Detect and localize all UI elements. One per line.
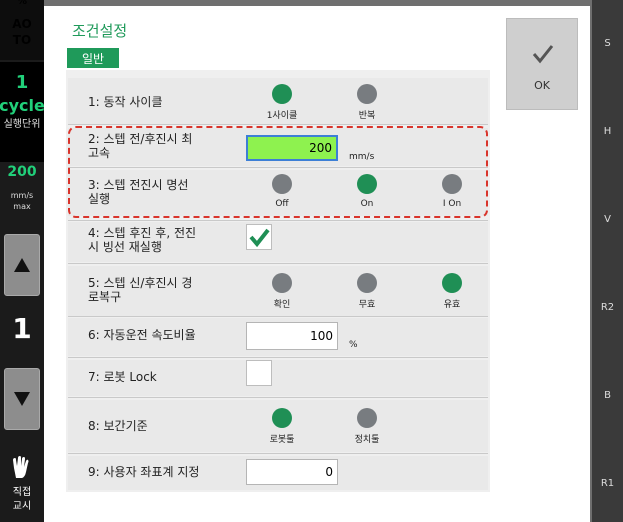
- key-h[interactable]: H: [592, 126, 623, 137]
- speed-unit-line2: max: [13, 202, 31, 211]
- mode-line1: AO: [12, 17, 32, 31]
- radio-1cycle-label: 1사이클: [266, 111, 298, 121]
- highlight-box: [68, 126, 488, 218]
- checkmark-icon: [249, 228, 270, 248]
- divider: [68, 124, 488, 125]
- user-coordinate-input[interactable]: 0: [246, 459, 338, 485]
- re-execute-checkbox[interactable]: [246, 224, 272, 250]
- row4-label-line1: 4: 스텝 후진 후, 전진: [88, 226, 197, 240]
- direct-teach-line1: 직접: [12, 487, 32, 498]
- row5-label-line2: 로복구: [88, 290, 122, 304]
- row5-label: 5: 스텝 신/후진시 경 로복구: [88, 276, 192, 304]
- divider: [68, 453, 488, 454]
- divider: [68, 263, 488, 264]
- row7-label: 7: 로봇 Lock: [88, 370, 157, 384]
- speed-ratio-input[interactable]: 100: [246, 322, 338, 350]
- divider: [68, 357, 488, 358]
- radio-valid-label: 유효: [443, 300, 461, 310]
- key-s[interactable]: S: [592, 38, 623, 49]
- speed-unit-line1: mm/s: [10, 191, 34, 200]
- key-b[interactable]: B: [592, 390, 623, 401]
- cycle-count: 1: [15, 72, 29, 93]
- radio-confirm[interactable]: [272, 273, 292, 293]
- divider: [68, 220, 488, 221]
- step-down-button[interactable]: [4, 368, 40, 430]
- ok-button[interactable]: [506, 18, 578, 110]
- key-r2[interactable]: R2: [592, 302, 623, 313]
- row4-label: 4: 스텝 후진 후, 전진 시 빙선 재실행: [88, 226, 196, 254]
- divider: [68, 397, 488, 398]
- speed-value[interactable]: 200: [0, 164, 44, 180]
- row4-label-line2: 시 빙선 재실행: [88, 240, 162, 254]
- triangle-up-icon: [14, 258, 30, 272]
- right-key-strip: [592, 0, 623, 522]
- row6-label: 6: 자동운전 속도비율: [88, 328, 196, 342]
- direct-teach-button[interactable]: 직접 교시: [0, 486, 44, 514]
- direct-teach-line2: 교시: [12, 501, 32, 512]
- radio-repeat[interactable]: [357, 84, 377, 104]
- row9-label: 9: 사용자 좌표계 지정: [88, 465, 200, 479]
- radio-stationary-tool-label: 정치툴: [354, 435, 380, 445]
- radio-stationary-tool[interactable]: [357, 408, 377, 428]
- divider: [68, 316, 488, 317]
- radio-repeat-label: 반복: [358, 111, 376, 121]
- cycle-sub-label: 실행단위: [3, 119, 41, 130]
- radio-valid[interactable]: [442, 273, 462, 293]
- mode-line2: TO: [12, 33, 32, 47]
- dialog-title: 조건설정: [72, 22, 128, 40]
- key-v[interactable]: V: [592, 214, 623, 225]
- radio-confirm-label: 확인: [273, 300, 291, 310]
- key-r1[interactable]: R1: [592, 478, 623, 489]
- cycle-label: cycle: [0, 96, 45, 115]
- tab-general[interactable]: 일반: [67, 48, 119, 68]
- step-number: 1: [12, 312, 32, 345]
- radio-robot-tool[interactable]: [272, 408, 292, 428]
- radio-1cycle[interactable]: [272, 84, 292, 104]
- row5-label-line1: 5: 스텝 신/후진시 경: [88, 276, 193, 290]
- percent-label: %: [16, 0, 28, 7]
- radio-invalid[interactable]: [357, 273, 377, 293]
- hand-icon[interactable]: [6, 456, 38, 480]
- speed-ratio-unit: %: [349, 340, 358, 350]
- mode-indicator[interactable]: AO TO: [0, 16, 44, 48]
- row1-label: 1: 동작 사이클: [88, 95, 163, 109]
- ok-label: OK: [534, 79, 550, 92]
- step-up-button[interactable]: [4, 234, 40, 296]
- speed-unit: mm/s max: [0, 190, 44, 212]
- checkmark-icon: [532, 45, 554, 64]
- radio-invalid-label: 무효: [358, 300, 376, 310]
- radio-robot-tool-label: 로봇툴: [269, 435, 295, 445]
- row8-label: 8: 보간기준: [88, 419, 148, 433]
- robot-lock-checkbox[interactable]: [246, 360, 272, 386]
- triangle-down-icon: [14, 392, 30, 406]
